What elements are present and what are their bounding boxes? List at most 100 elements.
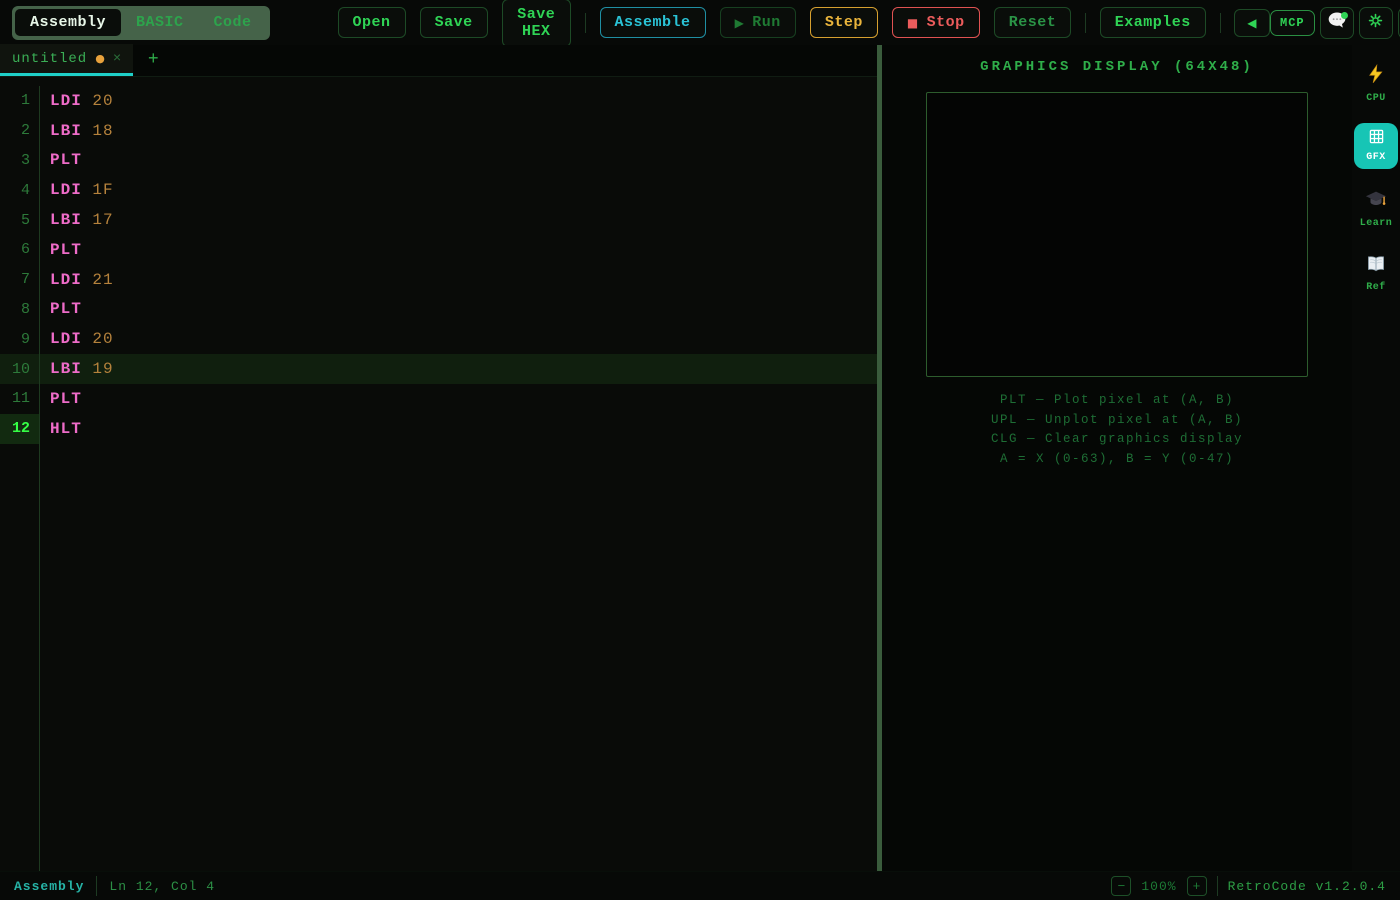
settings-button[interactable]: [1359, 7, 1393, 39]
code-line-4[interactable]: 4LDI 1F: [0, 175, 877, 205]
code-text: HLT: [40, 420, 82, 438]
graduation-cap-icon: [1365, 188, 1387, 215]
code-line-10[interactable]: 10LBI 19: [0, 354, 877, 384]
code-text: LBI 17: [40, 211, 114, 229]
new-tab-button[interactable]: +: [133, 44, 173, 76]
toolbar-divider: [585, 13, 586, 33]
editor-column: untitled ● × + 1LDI 202LBI 183PLT4LDI 1F…: [0, 45, 877, 871]
operand: 20: [82, 92, 114, 110]
opcode: LBI: [50, 122, 82, 140]
status-divider: [1217, 876, 1218, 896]
opcode: HLT: [50, 420, 82, 438]
step-button[interactable]: Step: [810, 7, 878, 38]
examples-button[interactable]: Examples: [1100, 7, 1206, 38]
opcode: PLT: [50, 300, 82, 318]
graphics-display-screen: [926, 92, 1308, 377]
operand: 20: [82, 330, 114, 348]
help-line: CLG — Clear graphics display: [882, 430, 1352, 450]
open-button[interactable]: Open: [338, 7, 406, 38]
help-line: PLT — Plot pixel at (A, B): [882, 391, 1352, 411]
play-icon: ▶: [735, 16, 745, 30]
toolbar-divider: [1220, 13, 1221, 33]
mode-tab-code[interactable]: Code: [199, 9, 267, 36]
sidebar-item-label: GFX: [1366, 152, 1386, 163]
line-number: 11: [0, 384, 40, 414]
sidebar-item-label: Learn: [1360, 218, 1393, 229]
chevron-left-icon: ◀: [1247, 16, 1257, 30]
opcode: LDI: [50, 181, 82, 199]
code-text: LDI 1F: [40, 181, 114, 199]
help-line: A = X (0-63), B = Y (0-47): [882, 450, 1352, 470]
tab-close-icon[interactable]: ×: [113, 51, 121, 67]
operand: 1F: [82, 181, 114, 199]
line-number: 10: [0, 354, 40, 384]
status-divider: [96, 876, 97, 896]
tab-title: untitled: [12, 51, 87, 67]
code-line-3[interactable]: 3PLT: [0, 146, 877, 176]
assemble-button[interactable]: Assemble: [600, 7, 706, 38]
line-number: 4: [0, 175, 40, 205]
mcp-button[interactable]: MCP: [1270, 10, 1315, 36]
app-version-label: RetroCode v1.2.0.4: [1228, 879, 1386, 894]
code-editor[interactable]: 1LDI 202LBI 183PLT4LDI 1F5LBI 176PLT7LDI…: [0, 77, 877, 871]
stop-button[interactable]: ■ Stop: [892, 7, 980, 38]
code-line-9[interactable]: 9LDI 20: [0, 324, 877, 354]
sidebar-item-gfx[interactable]: GFX: [1354, 123, 1398, 169]
help-line: UPL — Unplot pixel at (A, B): [882, 411, 1352, 431]
opcode: PLT: [50, 390, 82, 408]
code-line-8[interactable]: 8PLT: [0, 295, 877, 325]
run-label: Run: [752, 14, 781, 31]
cursor-position-label: Ln 12, Col 4: [109, 879, 215, 894]
sidebar-item-learn[interactable]: Learn: [1354, 182, 1398, 235]
stop-label: Stop: [927, 14, 965, 31]
reset-button[interactable]: Reset: [994, 7, 1072, 38]
operand: 17: [82, 211, 114, 229]
opcode: LDI: [50, 92, 82, 110]
mode-tab-basic[interactable]: BASIC: [121, 9, 199, 36]
opcode: LBI: [50, 360, 82, 378]
notification-dot: [1341, 12, 1348, 19]
code-line-11[interactable]: 11 PLT: [0, 384, 877, 414]
graphics-panel: GRAPHICS DISPLAY (64X48) PLT — Plot pixe…: [882, 45, 1352, 871]
status-bar: Assembly Ln 12, Col 4 − 100% + RetroCode…: [0, 871, 1400, 900]
line-number: 12: [0, 414, 40, 444]
save-hex-button[interactable]: Save HEX: [502, 0, 571, 47]
open-book-icon: [1365, 254, 1387, 279]
toolbar-divider: [1085, 13, 1086, 33]
run-button[interactable]: ▶ Run: [720, 7, 796, 38]
code-text: LBI 18: [40, 122, 114, 140]
code-text: LBI 19: [40, 360, 114, 378]
zoom-level-label: 100%: [1141, 879, 1176, 894]
opcode: LBI: [50, 211, 82, 229]
opcode: PLT: [50, 241, 82, 259]
operand: 18: [82, 122, 114, 140]
save-button[interactable]: Save: [420, 7, 488, 38]
gutter-filler: [0, 444, 40, 871]
stop-square-icon: ■: [907, 16, 919, 30]
code-line-7[interactable]: 7LDI 21: [0, 265, 877, 295]
operand: 21: [82, 271, 114, 289]
code-line-2[interactable]: 2LBI 18: [0, 116, 877, 146]
code-line-1[interactable]: 1 LDI 20: [0, 86, 877, 116]
line-number: 1: [0, 86, 40, 116]
graphics-panel-title: GRAPHICS DISPLAY (64X48): [882, 59, 1352, 75]
opcode: PLT: [50, 151, 82, 169]
operand: 19: [82, 360, 114, 378]
collapse-panel-button[interactable]: ◀: [1234, 9, 1270, 37]
zoom-out-button[interactable]: −: [1111, 876, 1131, 896]
tab-untitled[interactable]: untitled ● ×: [0, 44, 133, 76]
sidebar-item-label: CPU: [1366, 93, 1386, 104]
lightning-icon: [1366, 63, 1386, 90]
chat-button[interactable]: [1320, 7, 1354, 39]
sidebar-item-ref[interactable]: Ref: [1354, 248, 1398, 299]
code-line-6[interactable]: 6PLT: [0, 235, 877, 265]
opcode: LDI: [50, 330, 82, 348]
opcode: LDI: [50, 271, 82, 289]
code-line-12[interactable]: 12 HLT: [0, 414, 877, 444]
toolbar-actions: Open Save Save HEX Assemble ▶ Run Step ■…: [338, 0, 1270, 47]
code-text: PLT: [40, 300, 82, 318]
sidebar-item-cpu[interactable]: CPU: [1354, 57, 1398, 110]
code-line-5[interactable]: 5LBI 17: [0, 205, 877, 235]
mode-tab-assembly[interactable]: Assembly: [15, 9, 121, 36]
zoom-in-button[interactable]: +: [1187, 876, 1207, 896]
